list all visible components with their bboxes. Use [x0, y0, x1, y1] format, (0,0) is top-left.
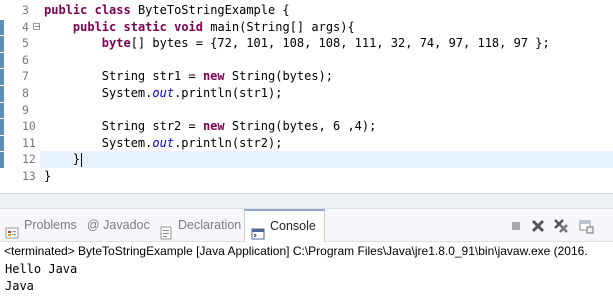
code-token: .println(str1); [174, 85, 283, 100]
tab-console-label: Console [270, 219, 316, 233]
line-number: 8 [22, 85, 29, 100]
keyword-token: byte [101, 36, 131, 51]
remove-launch-icon[interactable] [530, 218, 546, 234]
code-token: ByteToStringExample { [130, 3, 290, 17]
terminate-icon[interactable] [508, 218, 524, 234]
console-output-line: Java [5, 279, 34, 293]
pin-console-icon[interactable] [578, 218, 594, 234]
line-number: 5 [22, 36, 29, 51]
code-token: System. [44, 135, 153, 150]
remove-all-terminated-icon[interactable] [553, 218, 569, 234]
code-token: String str1 = [44, 69, 203, 84]
code-line[interactable]: public static void main(String[] args){ [40, 19, 613, 36]
tab-javadoc-label: @ Javadoc [87, 218, 150, 232]
code-line[interactable]: } [40, 168, 613, 185]
code-token: .println(str2); [174, 135, 283, 150]
line-number: 13 [22, 168, 36, 183]
declaration-icon [159, 219, 173, 239]
code-line[interactable]: System.out.println(str2); [40, 135, 613, 152]
line-number-gutter: 3 4− 5 6 7 8 9 10 11 12 13 [4, 0, 41, 193]
code-token: String str2 = [44, 119, 203, 134]
text-caret [81, 152, 83, 167]
keyword-token: void [174, 19, 203, 34]
tab-console[interactable]: Console [244, 209, 325, 242]
console-output-line: Hello Java [5, 262, 78, 276]
keyword-token: static [123, 19, 167, 34]
pane-divider[interactable] [0, 193, 613, 209]
code-token: [] bytes = {72, 101, 108, 108, 111, 32, … [130, 36, 550, 51]
keyword-token: new [202, 119, 225, 134]
view-menu-overflow[interactable] [600, 209, 613, 242]
code-token: String(bytes); [224, 69, 334, 84]
tab-problems[interactable]: Problems [5, 209, 77, 242]
line-number: 7 [22, 69, 29, 84]
keyword-token: public [72, 19, 117, 34]
console-output[interactable]: Hello Java Java [0, 261, 613, 295]
code-editor[interactable]: 3 4− 5 6 7 8 9 10 11 12 13 public class ByteToStri… [0, 0, 613, 193]
line-number: 11 [22, 135, 36, 150]
tab-javadoc[interactable]: @ Javadoc [87, 209, 150, 242]
code-line[interactable]: public class ByteToStringExample { [40, 2, 613, 19]
tab-problems-label: Problems [24, 218, 77, 232]
code-line[interactable]: System.out.println(str1); [40, 85, 613, 102]
line-number: 9 [22, 102, 29, 117]
code-line[interactable]: String str2 = new String(bytes, 6 ,4); [40, 118, 613, 135]
line-number: 10 [22, 119, 36, 134]
keyword-token: class [94, 3, 131, 17]
collapse-icon[interactable]: − [33, 22, 41, 30]
code-line[interactable]: String str1 = new String(bytes); [40, 68, 613, 85]
tab-declaration-label: Declaration [178, 218, 242, 232]
line-number: 6 [22, 52, 29, 67]
line-numbers: 3 4− 5 6 7 8 9 10 11 12 13 [4, 2, 41, 185]
code-line[interactable]: } [40, 151, 613, 168]
code-token: } [44, 152, 81, 167]
console-icon [251, 220, 265, 239]
tab-declaration[interactable]: Declaration [159, 209, 241, 242]
field-token: out [152, 135, 175, 150]
code-token: main(String[] args){ [203, 19, 355, 34]
console-launch-header: <terminated> ByteToStringExample [Java A… [0, 242, 613, 261]
code-token: String(bytes, 6 ,4); [224, 119, 377, 134]
code-token: System. [44, 85, 153, 100]
keyword-token: new [202, 69, 225, 84]
code-line[interactable] [40, 52, 613, 69]
line-number: 4− [22, 19, 41, 34]
problems-icon [5, 219, 19, 238]
code-line[interactable] [40, 102, 613, 119]
code-area[interactable]: public class ByteToStringExample { publi… [40, 2, 613, 185]
line-number: 3 [22, 3, 29, 17]
field-token: out [152, 85, 175, 100]
code-line[interactable]: byte[] bytes = {72, 101, 108, 108, 111, … [40, 35, 613, 52]
keyword-token: public [44, 3, 88, 17]
view-tab-bar: Problems @ Javadoc Declaration Console [0, 209, 613, 242]
line-number: 12 [22, 152, 36, 167]
code-token: } [44, 168, 52, 183]
